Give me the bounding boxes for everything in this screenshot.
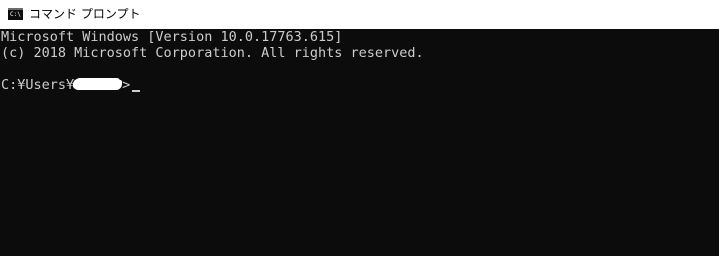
text-cursor xyxy=(132,90,141,92)
console-line: Microsoft Windows [Version 10.0.17763.61… xyxy=(1,29,343,45)
console-line: (c) 2018 Microsoft Corporation. All righ… xyxy=(1,45,424,61)
console-output[interactable]: Microsoft Windows [Version 10.0.17763.61… xyxy=(0,29,719,256)
redacted-username xyxy=(74,78,121,90)
prompt-symbol: > xyxy=(122,77,131,93)
console-icon: C:\ xyxy=(8,8,23,20)
title-bar[interactable]: C:\ コマンド プロンプト xyxy=(0,0,719,29)
prompt-path: C:¥Users¥ xyxy=(1,77,75,93)
command-prompt-line[interactable]: C:¥Users¥ > xyxy=(1,77,141,93)
window-title: コマンド プロンプト xyxy=(29,7,141,21)
command-prompt-window: C:\ コマンド プロンプト Microsoft Windows [Versio… xyxy=(0,0,719,256)
